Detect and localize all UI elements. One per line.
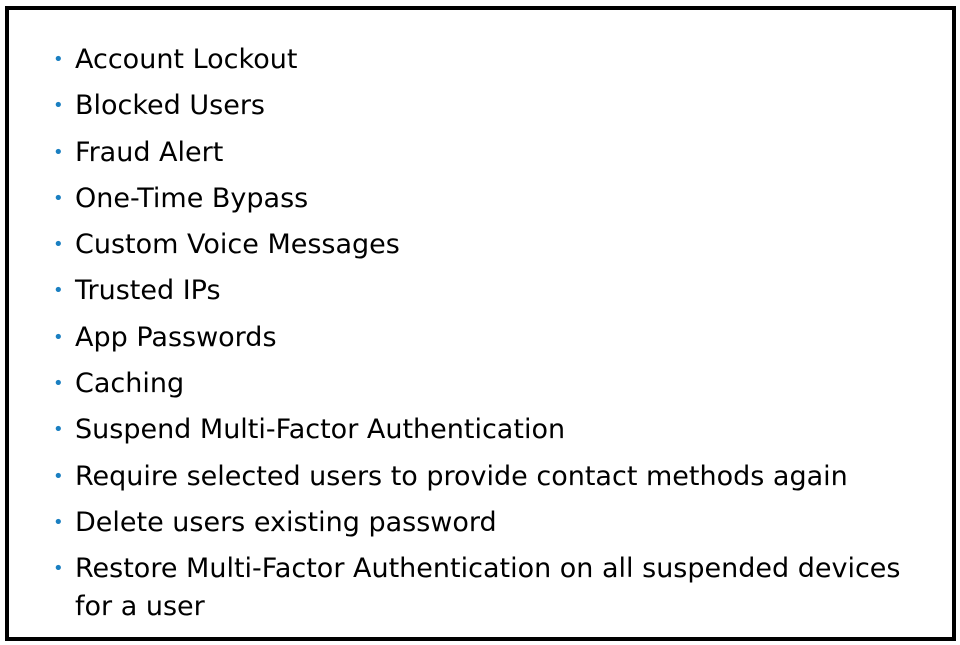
list-item: • Delete users existing password <box>53 504 933 550</box>
list-item: • Trusted IPs <box>53 272 933 318</box>
list-item-label: Blocked Users <box>75 90 266 122</box>
list-item: • App Passwords <box>53 319 933 365</box>
list-item: • Suspend Multi-Factor Authentication <box>53 411 933 457</box>
bullet-icon: • <box>53 280 64 302</box>
list-item: • One-Time Bypass <box>53 180 933 226</box>
bullet-icon: • <box>53 49 64 70</box>
list-item: • Custom Voice Messages <box>53 226 933 272</box>
list-item-label: Delete users existing password <box>75 506 497 538</box>
list-item-label: Trusted IPs <box>75 275 221 307</box>
list-item: • Caching <box>53 365 933 411</box>
list-item: • Blocked Users <box>53 87 933 133</box>
list-item-label: Require selected users to provide contac… <box>75 460 848 492</box>
list-item-label: Suspend Multi-Factor Authentication <box>75 414 566 446</box>
bordered-panel: • Account Lockout • Blocked Users • Frau… <box>5 6 956 641</box>
list-item: • Fraud Alert <box>53 134 933 180</box>
list-item-label: Caching <box>75 368 185 400</box>
bullet-icon: • <box>53 558 64 580</box>
list-item-label: Custom Voice Messages <box>75 229 400 261</box>
bullet-icon: • <box>53 95 64 117</box>
list-item-label: Account Lockout <box>75 44 298 75</box>
bullet-icon: • <box>53 234 64 256</box>
list-item: • Account Lockout <box>53 41 933 87</box>
bullet-icon: • <box>53 326 64 348</box>
list-item: • Restore Multi-Factor Authentication on… <box>53 550 933 626</box>
list-item: • Require selected users to provide cont… <box>53 458 933 504</box>
bullet-icon: • <box>53 373 64 395</box>
list-item-label: App Passwords <box>75 321 277 353</box>
bullet-icon: • <box>53 141 64 163</box>
bullet-icon: • <box>53 465 64 487</box>
bullet-icon: • <box>53 511 64 533</box>
list-item-label: One-Time Bypass <box>75 182 309 214</box>
list-item-label: Fraud Alert <box>75 136 224 168</box>
list-item-label: Restore Multi-Factor Authentication on a… <box>75 553 901 623</box>
bullet-icon: • <box>53 187 64 209</box>
feature-list: • Account Lockout • Blocked Users • Frau… <box>53 41 933 626</box>
bullet-icon: • <box>53 419 64 441</box>
